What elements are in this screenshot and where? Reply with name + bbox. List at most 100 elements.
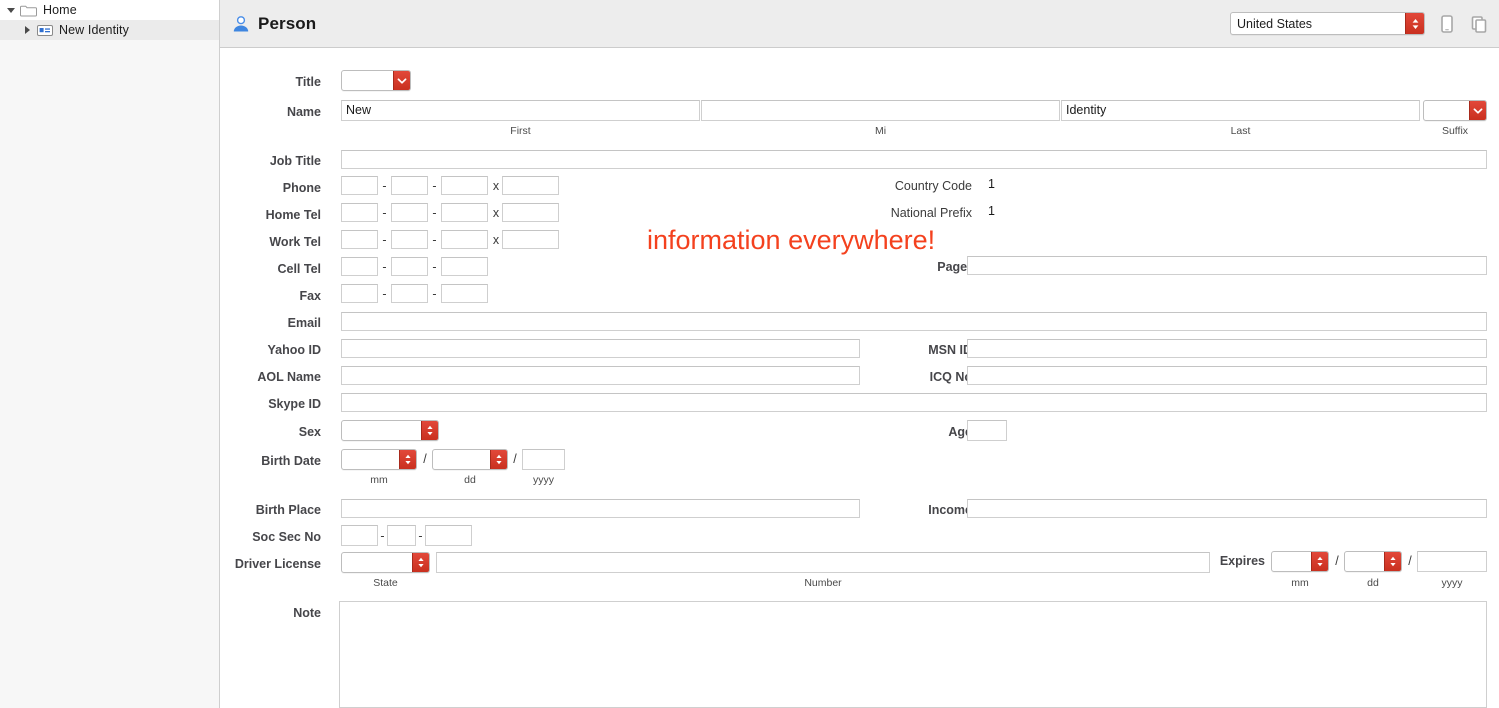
- up-down-stepper-icon[interactable]: [490, 450, 507, 469]
- phone-ext-input[interactable]: [502, 176, 559, 195]
- first-name-sublabel: First: [510, 125, 531, 137]
- icq-no-label: ICQ No: [929, 370, 972, 384]
- birth-date-year-sublabel: yyyy: [533, 474, 554, 486]
- up-down-stepper-icon[interactable]: [1311, 552, 1328, 571]
- driver-license-number-input[interactable]: [436, 552, 1210, 573]
- main-pane: Person United States information everywh…: [220, 0, 1499, 708]
- cell-tel-part2-input[interactable]: [391, 257, 428, 276]
- age-input[interactable]: [967, 420, 1007, 441]
- work-tel-part2-input[interactable]: [391, 230, 428, 249]
- cell-tel-part3-input[interactable]: [441, 257, 488, 276]
- chevron-down-icon[interactable]: [1469, 101, 1486, 120]
- fax-part2-input[interactable]: [391, 284, 428, 303]
- birth-date-month-sublabel: mm: [370, 474, 388, 486]
- sidebar-item-home[interactable]: Home: [0, 0, 219, 20]
- cell-tel-part1-input[interactable]: [341, 257, 378, 276]
- income-input[interactable]: [967, 499, 1487, 518]
- skype-id-input[interactable]: [341, 393, 1487, 412]
- cell-tel-dash: -: [382, 260, 387, 274]
- up-down-stepper-icon[interactable]: [412, 553, 429, 572]
- mobile-device-icon[interactable]: [1437, 13, 1457, 35]
- birth-date-slash: /: [513, 452, 517, 466]
- icq-no-input[interactable]: [967, 366, 1487, 385]
- expires-year-sublabel: yyyy: [1441, 577, 1463, 589]
- home-tel-part1-input[interactable]: [341, 203, 378, 222]
- first-name-input[interactable]: New: [341, 100, 700, 121]
- fax-part3-input[interactable]: [441, 284, 488, 303]
- email-label: Email: [287, 316, 321, 330]
- expires-year-input[interactable]: [1417, 551, 1487, 572]
- home-tel-part3-input[interactable]: [441, 203, 488, 222]
- phone-label: Phone: [282, 181, 321, 195]
- birth-date-slash: /: [423, 452, 427, 466]
- sex-select-value: [342, 421, 421, 440]
- middle-initial-input[interactable]: [701, 100, 1060, 121]
- birth-date-year-input[interactable]: [522, 449, 565, 470]
- expires-day-value: [1345, 552, 1384, 571]
- work-tel-part3-input[interactable]: [441, 230, 488, 249]
- expires-slash: /: [1335, 554, 1339, 568]
- birth-date-day-select[interactable]: [432, 449, 508, 470]
- chevron-down-icon[interactable]: [393, 71, 410, 90]
- soc-sec-part1-input[interactable]: [341, 525, 378, 546]
- expires-month-select[interactable]: [1271, 551, 1329, 572]
- country-code-label: Country Code: [894, 179, 972, 193]
- title-select[interactable]: [341, 70, 411, 91]
- pager-input[interactable]: [967, 256, 1487, 275]
- work-tel-dash: -: [432, 233, 437, 247]
- note-textarea[interactable]: [339, 601, 1487, 708]
- duplicate-icon[interactable]: [1469, 13, 1489, 35]
- up-down-stepper-icon[interactable]: [421, 421, 438, 440]
- birth-date-month-value: [342, 450, 399, 469]
- work-tel-dash: -: [382, 233, 387, 247]
- title-select-value: [342, 71, 393, 90]
- msn-id-label: MSN ID: [928, 343, 972, 357]
- sidebar-item-label: Home: [43, 3, 77, 17]
- folder-icon: [20, 3, 38, 17]
- expires-day-sublabel: dd: [1367, 577, 1379, 589]
- soc-sec-part3-input[interactable]: [425, 525, 472, 546]
- email-input[interactable]: [341, 312, 1487, 331]
- country-select[interactable]: United States: [1230, 12, 1425, 35]
- work-tel-ext-label: x: [492, 233, 500, 247]
- disclosure-triangle-icon[interactable]: [22, 24, 34, 36]
- up-down-stepper-icon[interactable]: [1384, 552, 1401, 571]
- home-tel-ext-input[interactable]: [502, 203, 559, 222]
- last-name-sublabel: Last: [1230, 125, 1251, 137]
- expires-month-value: [1272, 552, 1311, 571]
- job-title-input[interactable]: [341, 150, 1487, 169]
- phone-part2-input[interactable]: [391, 176, 428, 195]
- sex-select[interactable]: [341, 420, 439, 441]
- cell-tel-label: Cell Tel: [277, 262, 321, 276]
- work-tel-ext-input[interactable]: [502, 230, 559, 249]
- driver-license-state-value: [342, 553, 412, 572]
- sidebar-item-new-identity[interactable]: New Identity: [0, 20, 219, 40]
- fax-dash: -: [432, 287, 437, 301]
- phone-part3-input[interactable]: [441, 176, 488, 195]
- disclosure-triangle-icon[interactable]: [6, 4, 18, 16]
- phone-dash: -: [382, 179, 387, 193]
- msn-id-input[interactable]: [967, 339, 1487, 358]
- birth-date-day-value: [433, 450, 490, 469]
- aol-name-label: AOL Name: [257, 370, 321, 384]
- soc-sec-part2-input[interactable]: [387, 525, 416, 546]
- home-tel-part2-input[interactable]: [391, 203, 428, 222]
- last-name-input[interactable]: Identity: [1061, 100, 1420, 121]
- phone-ext-label: x: [492, 179, 500, 193]
- header-bar: Person United States: [220, 0, 1499, 48]
- phone-dash: -: [432, 179, 437, 193]
- driver-license-number-sublabel: Number: [804, 577, 842, 589]
- up-down-stepper-icon[interactable]: [1405, 13, 1424, 34]
- suffix-select[interactable]: [1423, 100, 1487, 121]
- birth-date-month-select[interactable]: [341, 449, 417, 470]
- work-tel-part1-input[interactable]: [341, 230, 378, 249]
- expires-day-select[interactable]: [1344, 551, 1402, 572]
- fax-part1-input[interactable]: [341, 284, 378, 303]
- birth-date-day-sublabel: dd: [464, 474, 476, 486]
- up-down-stepper-icon[interactable]: [399, 450, 416, 469]
- phone-part1-input[interactable]: [341, 176, 378, 195]
- cell-tel-dash: -: [432, 260, 437, 274]
- id-card-icon: [36, 23, 54, 37]
- driver-license-state-select[interactable]: [341, 552, 430, 573]
- suffix-select-value: [1424, 101, 1469, 120]
